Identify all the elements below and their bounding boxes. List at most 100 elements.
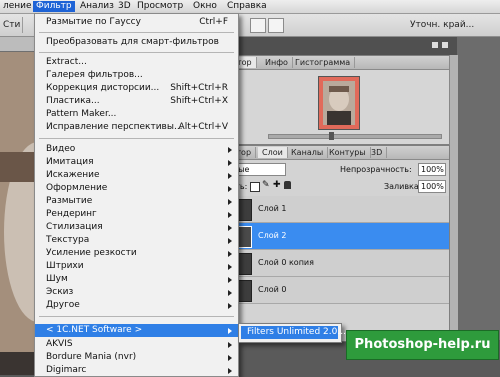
submenu-arrow-icon <box>228 277 232 283</box>
submenu-arrow-icon <box>228 225 232 231</box>
menu-item-lens-correction[interactable]: Коррекция дисторсии... Shift+Ctrl+R <box>35 82 238 95</box>
tab-histogram[interactable]: Гистограмма <box>291 57 356 68</box>
menu-item-artistic[interactable]: Имитация <box>35 156 238 169</box>
layer-row[interactable]: Слой 0 <box>228 277 449 304</box>
menu-item-label: Шум <box>46 274 68 284</box>
menu-item-label: Усиление резкости <box>46 248 137 258</box>
submenu-1c-net: Filters Unlimited 2.0... <box>238 323 346 343</box>
menu-separator <box>39 32 234 33</box>
tab-layers[interactable]: Слои <box>258 147 288 158</box>
submenu-arrow-icon <box>228 342 232 348</box>
menu-item-pixelate[interactable]: Оформление <box>35 182 238 195</box>
menu-item-other[interactable]: Другое <box>35 299 238 312</box>
document-tab[interactable] <box>0 37 36 52</box>
canvas-photo <box>0 52 34 375</box>
navigator-panel: атор Инфо Гистограмма <box>227 55 450 145</box>
tab-channels[interactable]: Каналы <box>287 147 329 158</box>
fill-input[interactable]: 100% <box>418 180 446 193</box>
menu-item-noise[interactable]: Шум <box>35 273 238 286</box>
submenu-arrow-icon <box>228 160 232 166</box>
menu-item-stylize[interactable]: Стилизация <box>35 221 238 234</box>
menu-item-sharpen[interactable]: Усиление резкости <box>35 247 238 260</box>
menu-item-brush-strokes[interactable]: Штрихи <box>35 260 238 273</box>
close-icon[interactable] <box>442 42 448 48</box>
refine-edge-button[interactable]: Уточн. край... <box>410 20 474 30</box>
menu-item-label: Bordure Mania (nvr) <box>46 352 137 362</box>
menu-item-shortcut: Shift+Ctrl+X <box>170 96 228 106</box>
collapse-icon[interactable] <box>432 42 438 48</box>
submenu-arrow-icon <box>228 368 232 374</box>
menu-item-blur[interactable]: Размытие <box>35 195 238 208</box>
menu-item-filters-unlimited[interactable]: Filters Unlimited 2.0... <box>241 326 346 339</box>
zoom-slider-handle[interactable] <box>329 132 334 140</box>
menu-item-texture[interactable]: Текстура <box>35 234 238 247</box>
menu-item-filter-gallery[interactable]: Галерея фильтров... <box>35 69 238 82</box>
submenu-arrow-icon <box>228 147 232 153</box>
menu-window[interactable]: Окно <box>190 1 220 12</box>
zoom-slider[interactable] <box>268 132 442 140</box>
menu-edit[interactable]: ление <box>0 1 35 12</box>
menu-item-bordure-mania[interactable]: Bordure Mania (nvr) <box>35 351 238 364</box>
menu-item-pattern-maker[interactable]: Pattern Maker... <box>35 108 238 121</box>
submenu-arrow-icon <box>228 264 232 270</box>
tab-3d[interactable]: 3D <box>367 147 388 158</box>
layer-name: Слой 1 <box>258 204 287 213</box>
menu-item-label: Текстура <box>46 235 90 245</box>
menu-help[interactable]: Справка <box>224 1 270 12</box>
menu-item-label: Имитация <box>46 157 94 167</box>
menu-item-sketch[interactable]: Эскиз <box>35 286 238 299</box>
option-button[interactable] <box>268 18 284 33</box>
submenu-arrow-icon <box>228 212 232 218</box>
menu-item-label: < 1C.NET Software > <box>46 325 143 335</box>
menu-item-distort[interactable]: Искажение <box>35 169 238 182</box>
lock-brush-icon[interactable]: ✎ <box>262 180 270 190</box>
layer-name: Слой 0 <box>258 285 287 294</box>
lock-all-icon[interactable] <box>284 181 291 189</box>
menu-item-extract[interactable]: Extract... <box>35 56 238 69</box>
menu-item-label: Штрихи <box>46 261 84 271</box>
menu-item-label: Другое <box>46 300 80 310</box>
tab-paths[interactable]: Контуры <box>325 147 371 158</box>
menu-item-liquify[interactable]: Пластика... Shift+Ctrl+X <box>35 95 238 108</box>
menu-item-label: Размытие по Гауссу <box>46 17 141 27</box>
menu-view[interactable]: Просмотр <box>134 1 186 12</box>
blend-opacity-row: ные Непрозрачность: 100% <box>228 161 449 177</box>
layers-panel: стор Слои Каналы Контуры 3D ные Непрозра… <box>227 145 450 342</box>
menu-item-akvis[interactable]: AKVIS <box>35 338 238 351</box>
document-canvas[interactable] <box>0 52 34 375</box>
menu-item-vanishing-point[interactable]: Исправление перспективы... Alt+Ctrl+V <box>35 121 238 134</box>
tab-info[interactable]: Инфо <box>261 57 293 68</box>
menu-item-1c-net-software[interactable]: < 1C.NET Software > <box>35 324 238 337</box>
menu-item-label: Стилизация <box>46 222 103 232</box>
menu-item-label: Эскиз <box>46 287 74 297</box>
submenu-arrow-icon <box>228 328 232 334</box>
layer-name: Слой 0 копия <box>258 258 314 267</box>
submenu-arrow-icon <box>228 355 232 361</box>
menu-item-convert-smart[interactable]: Преобразовать для смарт-фильтров <box>35 36 238 49</box>
menu-separator <box>39 138 234 139</box>
layer-row-selected[interactable]: Слой 2 <box>228 223 449 250</box>
menu-item-label: Оформление <box>46 183 108 193</box>
lock-move-icon[interactable]: ✚ <box>273 180 281 190</box>
thumbnail-photo <box>323 81 355 125</box>
menu-filter[interactable]: Фильтр <box>33 1 75 12</box>
navigator-thumbnail[interactable] <box>318 76 360 130</box>
submenu-arrow-icon <box>228 186 232 192</box>
submenu-arrow-icon <box>228 303 232 309</box>
menu-item-label: Digimarc <box>46 365 87 375</box>
menu-item-render[interactable]: Рендеринг <box>35 208 238 221</box>
menu-analysis[interactable]: Анализ <box>77 1 117 12</box>
menu-item-gaussian-blur[interactable]: Размытие по Гауссу Ctrl+F <box>35 16 238 29</box>
layer-row[interactable]: Слой 1 <box>228 196 449 223</box>
option-button[interactable] <box>250 18 266 33</box>
menu-item-video[interactable]: Видео <box>35 143 238 156</box>
layer-row[interactable]: Слой 0 копия <box>228 250 449 277</box>
opacity-input[interactable]: 100% <box>418 163 446 176</box>
menu-item-digimarc[interactable]: Digimarc <box>35 364 238 376</box>
menu-separator <box>39 316 234 317</box>
panel-scrollbar[interactable] <box>449 55 458 340</box>
menu-3d[interactable]: 3D <box>115 1 134 12</box>
submenu-arrow-icon <box>228 238 232 244</box>
menu-item-label: Исправление перспективы... <box>46 122 183 132</box>
lock-transparent-icon[interactable] <box>250 182 260 192</box>
